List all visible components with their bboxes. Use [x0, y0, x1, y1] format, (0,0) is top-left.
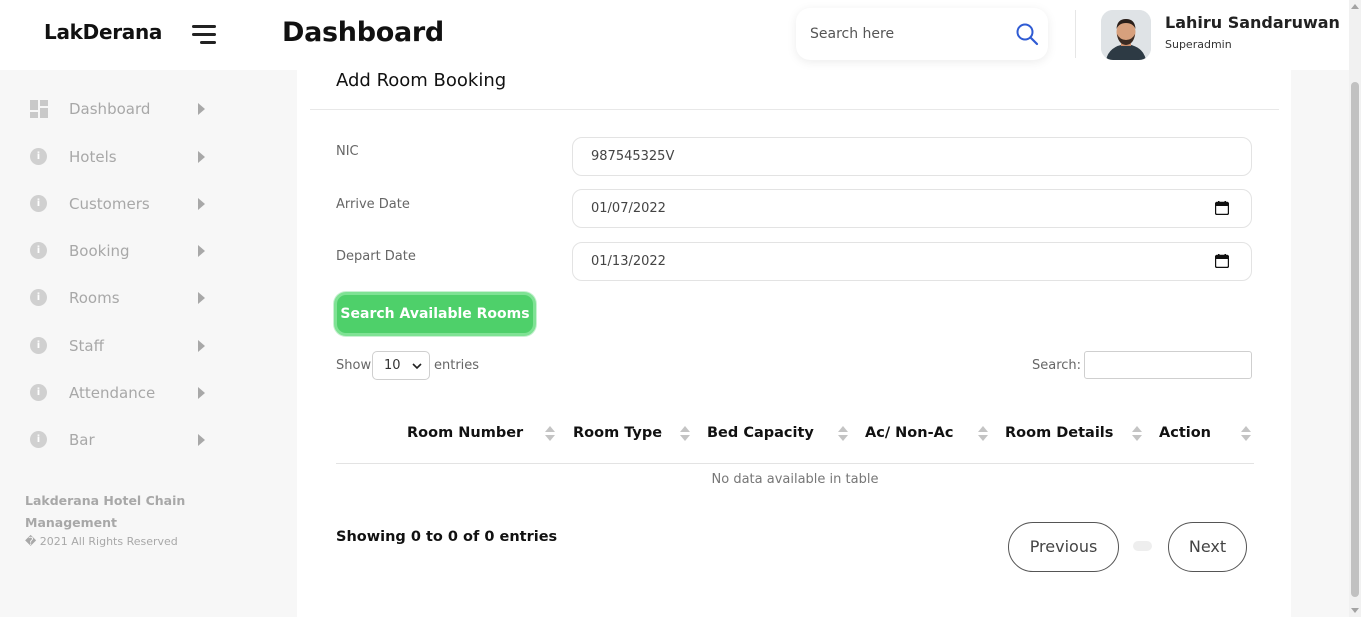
sidebar-item-staff[interactable]: i Staff — [30, 334, 210, 358]
column-header-room-details[interactable]: Room Details — [1005, 425, 1113, 441]
user-avatar-icon — [1101, 10, 1151, 60]
sidebar-item-dashboard[interactable]: Dashboard — [30, 97, 210, 121]
sidebar-item-label: Customers — [69, 195, 150, 213]
sidebar-item-hotels[interactable]: i Hotels — [30, 145, 210, 169]
arrive-date-value: 01/07/2022 — [591, 201, 666, 216]
sidebar-footer-copyright: � 2021 All Rights Reserved — [25, 535, 178, 548]
table-info: Showing 0 to 0 of 0 entries — [336, 529, 558, 545]
sidebar-item-label: Staff — [69, 337, 104, 355]
nic-label: NIC — [336, 144, 359, 159]
table-header-divider — [336, 463, 1254, 464]
sidebar: Dashboard i Hotels i Customers i Booking… — [0, 70, 280, 617]
sidebar-item-bar[interactable]: i Bar — [30, 428, 210, 452]
previous-page-button[interactable]: Previous — [1008, 522, 1119, 572]
column-header-room-number[interactable]: Room Number — [407, 425, 523, 441]
user-name[interactable]: Lahiru Sandaruwan — [1165, 13, 1340, 32]
brand-logo-text[interactable]: LakDerana — [44, 20, 162, 44]
card-title: Add Room Booking — [336, 70, 507, 91]
sidebar-item-label: Booking — [69, 242, 130, 260]
add-room-booking-card: Add Room Booking NIC 987545325V Arrive D… — [297, 70, 1291, 617]
calendar-icon[interactable] — [1215, 254, 1229, 268]
search-available-rooms-button[interactable]: Search Available Rooms — [334, 292, 536, 336]
caret-right-icon — [198, 151, 205, 163]
header-search-box — [796, 8, 1048, 60]
sidebar-item-attendance[interactable]: i Attendance — [30, 381, 210, 405]
entries-length-value: 10 — [384, 358, 401, 373]
info-icon: i — [30, 148, 47, 165]
info-icon: i — [30, 289, 47, 306]
caret-right-icon — [198, 434, 205, 446]
table-search-input[interactable] — [1084, 351, 1252, 379]
search-icon[interactable] — [1015, 22, 1039, 46]
sidebar-footer-title: Lakderana Hotel Chain Management — [25, 493, 186, 530]
dashboard-grid-icon — [30, 100, 48, 118]
column-header-bed-capacity[interactable]: Bed Capacity — [707, 425, 814, 441]
scroll-down-arrow-icon[interactable] — [1351, 608, 1359, 613]
nic-value: 987545325V — [591, 149, 675, 164]
pagination-placeholder — [1133, 541, 1152, 551]
sort-icon[interactable] — [978, 426, 988, 442]
user-role: Superadmin — [1165, 38, 1232, 51]
top-header: LakDerana Dashboard Lahiru Sandaruwan Su… — [0, 0, 1349, 70]
sort-icon[interactable] — [545, 426, 555, 442]
caret-right-icon — [198, 198, 205, 210]
nic-field[interactable]: 987545325V — [572, 137, 1252, 176]
info-icon: i — [30, 431, 47, 448]
avatar[interactable] — [1101, 10, 1151, 60]
arrive-date-label: Arrive Date — [336, 197, 410, 212]
scroll-thumb[interactable] — [1351, 82, 1359, 597]
arrive-date-field[interactable]: 01/07/2022 — [572, 189, 1252, 228]
header-divider — [1075, 10, 1076, 58]
card-divider — [310, 109, 1279, 110]
caret-right-icon — [198, 340, 205, 352]
table-search-label: Search: — [1032, 358, 1082, 373]
info-icon: i — [30, 337, 47, 354]
sidebar-item-label: Rooms — [69, 289, 120, 307]
caret-right-icon — [198, 292, 205, 304]
depart-date-value: 01/13/2022 — [591, 254, 666, 269]
header-search-input[interactable] — [810, 22, 1000, 46]
caret-right-icon — [198, 387, 205, 399]
menu-toggle-icon[interactable] — [192, 25, 216, 45]
chevron-down-icon — [412, 363, 422, 370]
column-header-room-type[interactable]: Room Type — [573, 425, 662, 441]
info-icon: i — [30, 384, 47, 401]
sort-icon[interactable] — [1132, 426, 1142, 442]
page-title: Dashboard — [282, 17, 444, 48]
sidebar-item-label: Attendance — [69, 384, 156, 402]
column-header-action[interactable]: Action — [1159, 425, 1211, 441]
entries-label: entries — [434, 358, 480, 373]
entries-length-select[interactable]: 10 — [372, 351, 430, 380]
depart-date-field[interactable]: 01/13/2022 — [572, 242, 1252, 281]
show-label: Show — [336, 358, 372, 373]
sidebar-item-label: Dashboard — [69, 100, 151, 118]
calendar-icon[interactable] — [1215, 201, 1229, 215]
sidebar-item-customers[interactable]: i Customers — [30, 192, 210, 216]
caret-right-icon — [198, 103, 205, 115]
scroll-up-arrow-icon[interactable] — [1351, 4, 1359, 9]
column-header-ac-non-ac[interactable]: Ac/ Non-Ac — [865, 425, 953, 441]
page-scrollbar[interactable] — [1349, 0, 1361, 617]
info-icon: i — [30, 195, 47, 212]
sort-icon[interactable] — [1241, 426, 1251, 442]
sidebar-item-label: Hotels — [69, 148, 117, 166]
depart-date-label: Depart Date — [336, 249, 416, 264]
next-page-button[interactable]: Next — [1168, 522, 1247, 572]
info-icon: i — [30, 242, 47, 259]
sidebar-item-booking[interactable]: i Booking — [30, 239, 210, 263]
sort-icon[interactable] — [680, 426, 690, 442]
sort-icon[interactable] — [838, 426, 848, 442]
table-empty-message: No data available in table — [711, 472, 879, 487]
caret-right-icon — [198, 245, 205, 257]
sidebar-item-label: Bar — [69, 431, 95, 449]
sidebar-item-rooms[interactable]: i Rooms — [30, 286, 210, 310]
